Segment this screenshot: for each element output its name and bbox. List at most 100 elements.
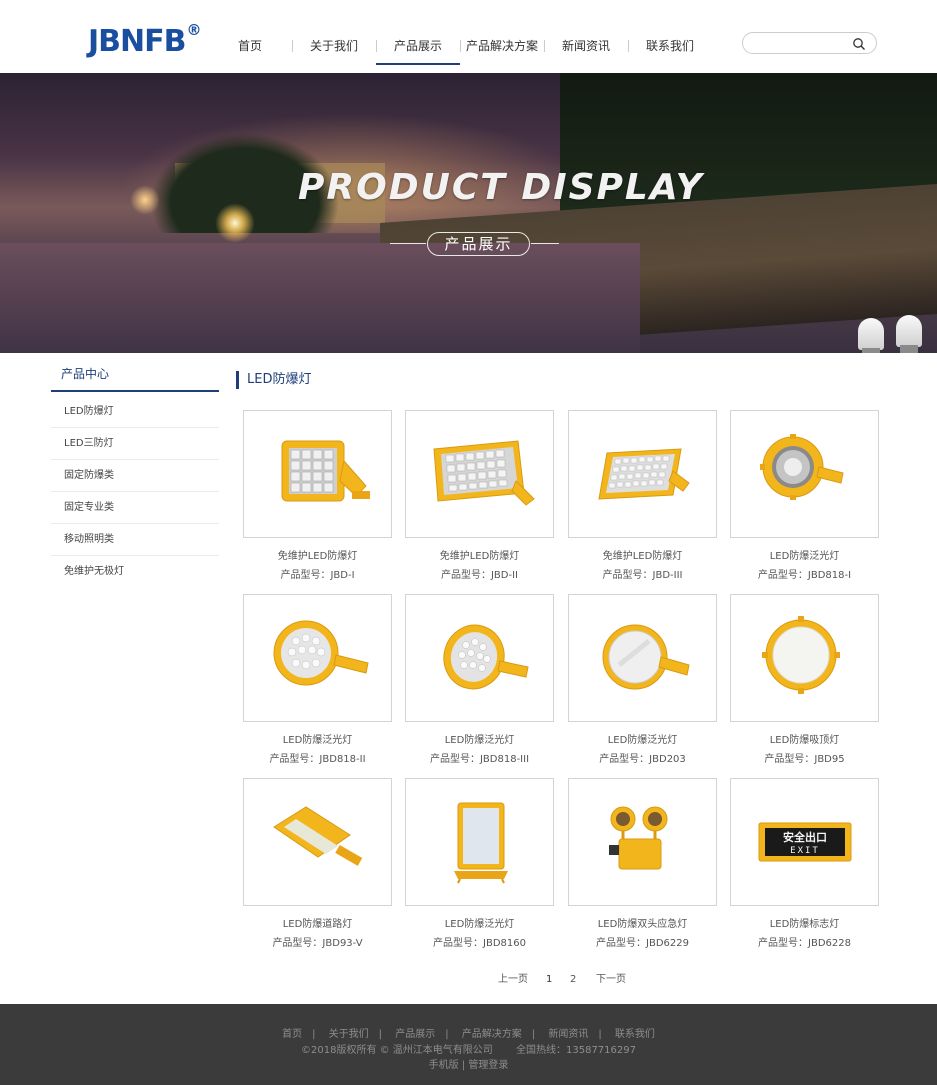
round-floodlight-icon <box>760 434 844 500</box>
product-name[interactable]: LED防爆标志灯 <box>730 918 879 932</box>
product-name[interactable]: 免维护LED防爆灯 <box>405 550 554 564</box>
product-card[interactable]: 免维护LED防爆灯 产品型号：JBD-I <box>243 410 392 594</box>
product-model: 产品型号：JBD818-III <box>429 754 530 765</box>
footer-link-about[interactable]: 关于我们 <box>329 1029 369 1040</box>
banner-subtitle: 产品展示 <box>427 232 530 256</box>
product-image[interactable] <box>730 410 879 538</box>
lamp-icon <box>896 315 922 353</box>
logo[interactable]: JBNFB ® <box>88 22 202 62</box>
exit-sign-text: 安全出口 <box>783 830 827 844</box>
product-card[interactable]: LED防爆吸顶灯 产品型号：JBD95 <box>730 594 879 778</box>
product-model: 产品型号：JBD6228 <box>758 938 851 949</box>
product-image[interactable] <box>730 594 879 722</box>
page-1-button[interactable]: 1 <box>546 972 552 988</box>
floodlight-square-icon <box>281 440 370 502</box>
main-nav: 首页 关于我们 产品展示 产品解决方案 新闻资讯 联系我们 <box>208 30 712 65</box>
site-footer: 首页 | 关于我们 | 产品展示 | 产品解决方案 | 新闻资讯 | 联系我们 ©2018… <box>0 1004 937 1085</box>
category-sidebar: 产品中心 LED防爆灯 LED三防灯 固定防爆类 固定专业类 移动照明类 免维护… <box>51 362 219 588</box>
product-card[interactable]: LED防爆双头应急灯 产品型号：JBD6229 <box>568 778 717 962</box>
admin-login-link[interactable]: 管理登录 <box>468 1060 508 1071</box>
product-model: 产品型号：JBD818-I <box>757 570 852 581</box>
product-name[interactable]: LED防爆吸顶灯 <box>730 734 879 748</box>
sidebar-item-fixed-explosion[interactable]: 固定防爆类 <box>51 460 219 492</box>
sidebar-item-led-explosion[interactable]: LED防爆灯 <box>51 396 219 428</box>
product-card[interactable]: LED防爆泛光灯 产品型号：JBD818-II <box>243 594 392 778</box>
product-name[interactable]: 免维护LED防爆灯 <box>243 550 392 564</box>
product-image[interactable] <box>243 410 392 538</box>
floodlight-flat-icon <box>598 448 690 500</box>
sidebar-item-mobile-lighting[interactable]: 移动照明类 <box>51 524 219 556</box>
product-model: 产品型号：JBD8160 <box>433 938 526 949</box>
hero-banner: PRODUCT DISPLAY 产品展示 <box>0 73 937 353</box>
search-icon[interactable] <box>852 37 866 51</box>
product-model: 产品型号：JBD203 <box>599 754 686 765</box>
floodlight-wide-icon <box>433 440 535 506</box>
sidebar-item-induction-lamp[interactable]: 免维护无极灯 <box>51 556 219 588</box>
section-title: LED防爆灯 <box>236 371 311 389</box>
nav-products[interactable]: 产品展示 <box>376 30 460 65</box>
banner-light-glow <box>130 185 160 215</box>
banner-divider-left <box>390 243 426 244</box>
prev-page-button[interactable]: 上一页 <box>498 972 528 988</box>
sidebar-header: 产品中心 <box>51 362 219 392</box>
page-2-button[interactable]: 2 <box>570 972 576 988</box>
round-flat-light-icon <box>602 624 690 690</box>
product-name[interactable]: LED防爆泛光灯 <box>243 734 392 748</box>
site-header: JBNFB ® 首页 关于我们 产品展示 产品解决方案 新闻资讯 联系我们 <box>0 0 937 73</box>
product-card[interactable]: LED防爆泛光灯 产品型号：JBD8160 <box>405 778 554 962</box>
product-model: 产品型号：JBD95 <box>764 754 845 765</box>
footer-link-contact[interactable]: 联系我们 <box>615 1029 655 1040</box>
nav-solutions[interactable]: 产品解决方案 <box>460 30 544 65</box>
sidebar-item-led-tri-proof[interactable]: LED三防灯 <box>51 428 219 460</box>
footer-link-products[interactable]: 产品展示 <box>395 1029 435 1040</box>
product-image[interactable] <box>568 594 717 722</box>
product-card[interactable]: 安全出口 EXIT LED防爆标志灯 产品型号：JBD6228 <box>730 778 879 962</box>
product-card[interactable]: 免维护LED防爆灯 产品型号：JBD-II <box>405 410 554 594</box>
product-image[interactable] <box>243 778 392 906</box>
panel-floodlight-icon <box>454 802 508 884</box>
product-name[interactable]: 免维护LED防爆灯 <box>568 550 717 564</box>
product-card[interactable]: LED防爆泛光灯 产品型号：JBD203 <box>568 594 717 778</box>
product-name[interactable]: LED防爆泛光灯 <box>405 918 554 932</box>
street-light-icon <box>273 806 363 866</box>
product-name[interactable]: LED防爆泛光灯 <box>405 734 554 748</box>
banner-water <box>0 243 640 353</box>
round-floodlight-icon <box>443 624 529 690</box>
mobile-version-link[interactable]: 手机版 <box>429 1060 459 1071</box>
footer-link-home[interactable]: 首页 <box>282 1029 302 1040</box>
product-image[interactable] <box>405 410 554 538</box>
exit-sign-icon: 安全出口 EXIT <box>758 822 852 862</box>
product-card[interactable]: LED防爆泛光灯 产品型号：JBD818-I <box>730 410 879 594</box>
copyright-text: ©2018版权所有 © 温州江本电气有限公司 <box>301 1045 493 1056</box>
product-name[interactable]: LED防爆道路灯 <box>243 918 392 932</box>
product-card[interactable]: LED防爆道路灯 产品型号：JBD93-V <box>243 778 392 962</box>
product-image[interactable] <box>405 594 554 722</box>
product-card[interactable]: LED防爆泛光灯 产品型号：JBD818-III <box>405 594 554 778</box>
footer-link-news[interactable]: 新闻资讯 <box>548 1029 588 1040</box>
footer-copyright: ©2018版权所有 © 温州江本电气有限公司 全国热线：13587716297 <box>0 1044 937 1058</box>
product-image[interactable] <box>568 410 717 538</box>
search-box <box>742 32 877 54</box>
nav-about[interactable]: 关于我们 <box>292 30 376 65</box>
nav-home[interactable]: 首页 <box>208 30 292 65</box>
next-page-button[interactable]: 下一页 <box>596 972 626 988</box>
product-card[interactable]: 免维护LED防爆灯 产品型号：JBD-III <box>568 410 717 594</box>
product-model: 产品型号：JBD-I <box>280 570 355 581</box>
product-image[interactable] <box>568 778 717 906</box>
nav-news[interactable]: 新闻资讯 <box>544 30 628 65</box>
product-image[interactable] <box>405 778 554 906</box>
nav-contact[interactable]: 联系我们 <box>628 30 712 65</box>
product-name[interactable]: LED防爆双头应急灯 <box>568 918 717 932</box>
emergency-light-icon <box>609 806 668 870</box>
product-model: 产品型号：JBD818-II <box>269 754 366 765</box>
product-name[interactable]: LED防爆泛光灯 <box>730 550 879 564</box>
registered-mark: ® <box>186 21 202 39</box>
product-name[interactable]: LED防爆泛光灯 <box>568 734 717 748</box>
product-model: 产品型号：JBD-II <box>440 570 519 581</box>
product-image[interactable]: 安全出口 EXIT <box>730 778 879 906</box>
footer-link-solutions[interactable]: 产品解决方案 <box>462 1029 522 1040</box>
search-input[interactable] <box>753 35 848 51</box>
product-image[interactable] <box>243 594 392 722</box>
sidebar-item-fixed-professional[interactable]: 固定专业类 <box>51 492 219 524</box>
sidebar-title: 产品中心 <box>61 367 110 381</box>
